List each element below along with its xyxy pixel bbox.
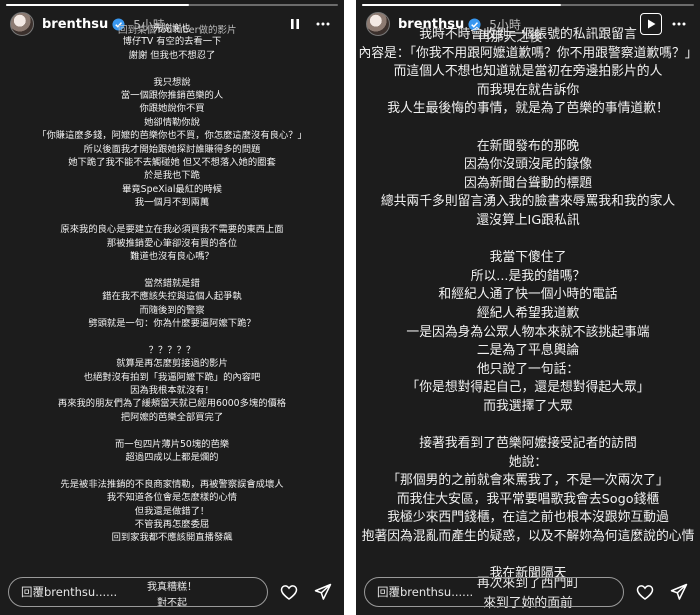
story-text-line: 而我住大安區，我平常要唱歌我會去Sogo錢櫃: [396, 491, 660, 507]
story-text-line: 在新聞發布的那晚: [476, 138, 580, 154]
story-text-line: 回到家我都不應該開直播發飆: [111, 532, 233, 544]
right-story-panel[interactable]: brenthsu 5小時 再那天之後 我時不時會收到一個帳號的私訊跟留言 內容是：…: [356, 0, 700, 615]
story-text-line: 先是被非法推銷的不良商家情勒，再被警察誤會成壞人: [60, 478, 284, 490]
story-text-line: 抱著因為混亂而產生的疑惑，以及不解妳為何這麼說的心情: [361, 529, 695, 545]
story-text-line: 先謝謝也: [153, 23, 191, 34]
story-text-lines: 我時不時會收到一個帳號的私訊跟留言內容是：「你我不用跟阿嬤道歉嗎？你不用跟警察道…: [356, 26, 700, 584]
reply-input[interactable]: 回覆brenthsu......: [8, 577, 268, 607]
right-story-progress-bar: [362, 4, 694, 6]
story-text-line: 我當下傻住了: [489, 250, 567, 266]
heart-icon[interactable]: [632, 579, 658, 605]
left-story-panel[interactable]: brenthsu 5小時 回到某個YouTuber做的影片 先謝謝也 博仔TV 有…: [0, 0, 344, 615]
story-text-line: 因為新聞台聳動的標題: [464, 175, 592, 191]
story-text-line: 我一個月不到兩萬: [134, 197, 210, 209]
story-text-line: 二是為了平息輿論: [476, 343, 580, 359]
left-story-progress-fill: [6, 4, 189, 6]
story-text-line: 我人生最後悔的事情，就是為了芭樂的事情道歉！: [387, 101, 669, 117]
story-text-line: 難道也沒有良心嗎？: [130, 250, 214, 262]
heart-icon[interactable]: [276, 579, 302, 605]
left-story-footer: 回覆brenthsu......: [8, 577, 336, 607]
story-text-line: 我不知道各位會是怎麼樣的心情: [106, 492, 238, 504]
left-story-progress-bar: [6, 4, 338, 6]
story-text-line: 所以...是我的錯嗎？: [470, 268, 586, 284]
right-story-footer: 回覆brenthsu......: [364, 577, 692, 607]
reply-input[interactable]: 回覆brenthsu......: [364, 577, 624, 607]
story-text-line: 而我現在就告訴你: [476, 82, 580, 98]
story-text-line: 錯在我不應該失控與這個人起爭執: [102, 291, 242, 303]
story-text-line: ？？？？？: [148, 344, 196, 356]
story-text-line: 於是我也下跪: [144, 170, 200, 182]
story-text-line: 就算是再怎麼剪接過的影片: [116, 358, 228, 370]
story-text-line: 劈頭就是一句：你為什麼要逼阿嬤下跪？: [88, 317, 256, 329]
story-text-line: 和經紀人通了快一個小時的電話: [438, 287, 618, 303]
story-text-line: 不管我再怎麼委屈: [134, 519, 210, 531]
story-text-line: 總共兩千多則留言湧入我的臉書來辱罵我和我的家人: [380, 194, 676, 210]
story-text-line: 「你是想對得起自己，還是想對得起大眾」: [406, 380, 650, 396]
story-text-line: 「你賺這麼多錢，阿嬤的芭樂你也不買，你怎麼這麼沒有良心？」: [37, 130, 307, 142]
story-text-line: [0, 424, 344, 437]
story-text-line: 當然錯就是錯: [144, 277, 200, 289]
story-text-line: 謝謝 但我也不想忍了: [128, 49, 216, 61]
story-text-line: 我只想說: [153, 76, 191, 88]
story-text-line: [356, 416, 700, 435]
story-text-line: 而一包四片薄片50塊的芭樂: [114, 438, 230, 450]
story-text-line: 而這個人不想也知道就是當初在旁邊拍影片的人: [393, 64, 663, 80]
story-text-line: 還沒算上IG跟私訊: [476, 212, 580, 228]
story-text-line: 我極少來西門錢櫃，在這之前也根本沒跟妳互動過: [387, 510, 669, 526]
story-text-line: 他只說了一句話：: [476, 361, 580, 377]
story-text-line: [0, 62, 344, 75]
story-text-line: 她下跪了我不能不去觸碰她 但又不想落入她的圈套: [68, 157, 276, 169]
story-text-line: [0, 263, 344, 276]
story-text-line: 一是因為身為公眾人物本來就不該挑起事端: [406, 324, 650, 340]
send-icon[interactable]: [310, 579, 336, 605]
story-text-line: [0, 210, 344, 223]
story-text-line: 經紀人希望我道歉: [476, 305, 580, 321]
story-text-line: 把阿嬤的芭樂全部買完了: [120, 411, 224, 423]
story-text-line: 畢竟SpeXial最紅的時候: [122, 183, 222, 195]
send-icon[interactable]: [666, 579, 692, 605]
story-text-line: 我時不時會收到一個帳號的私訊跟留言: [419, 27, 637, 42]
story-text-lines: 先謝謝也博仔TV 有空的去看一下 謝謝 但我也不想忍了 我只想說當一個跟你推銷芭樂…: [0, 22, 344, 545]
story-text-line: 因為我根本就沒有！: [130, 384, 214, 396]
story-text-line: 也絕對沒有拍到「我逼阿嬤下跪」的內容吧: [83, 371, 261, 383]
story-text-line: [356, 119, 700, 138]
right-story-progress-fill: [362, 4, 562, 6]
story-text-line: [0, 464, 344, 477]
story-text-line: 內容是：「你我不用跟阿嬤道歉嗎？你不用跟警察道歉嗎？」: [358, 45, 698, 61]
story-text-line: 接著我看到了芭樂阿嬤接受記者的訪問: [419, 436, 637, 452]
story-text-line: 當一個跟你推銷芭樂的人: [120, 90, 224, 102]
story-text-line: 所以後面我才開始跟她探討誰賺得多的問題: [83, 143, 261, 155]
story-text-line: 而我選擇了大眾: [483, 398, 573, 414]
story-text-line: 但我還是做錯了！: [134, 505, 210, 517]
story-text-line: 她說：: [508, 454, 548, 470]
story-text-line: 原來我的良心是要建立在我必須買我不需要的東西上面: [60, 224, 284, 236]
story-text-line: 你跟她說你不買: [139, 103, 205, 115]
story-text-line: [356, 547, 700, 566]
story-text-line: 因為你沒頭沒尾的錄像: [464, 157, 592, 173]
story-text-line: 超過四成以上都是爛的: [125, 452, 219, 463]
story-text-line: 而隨後到的警察: [139, 304, 205, 316]
story-text-line: 博仔TV 有空的去看一下: [122, 36, 222, 48]
story-text-line: [0, 330, 344, 343]
story-text-line: 「那個男的之前就會來罵我了，不是一次兩次了」: [387, 473, 669, 489]
story-text-line: 那被推銷愛心筆卻沒有買的各位: [106, 237, 238, 249]
story-text-line: [356, 231, 700, 250]
story-text-line: 她卻情勒你說: [144, 116, 200, 128]
story-text-line: 再來我的朋友們為了緩頰當天就已經用6000多塊的價格: [57, 398, 287, 410]
